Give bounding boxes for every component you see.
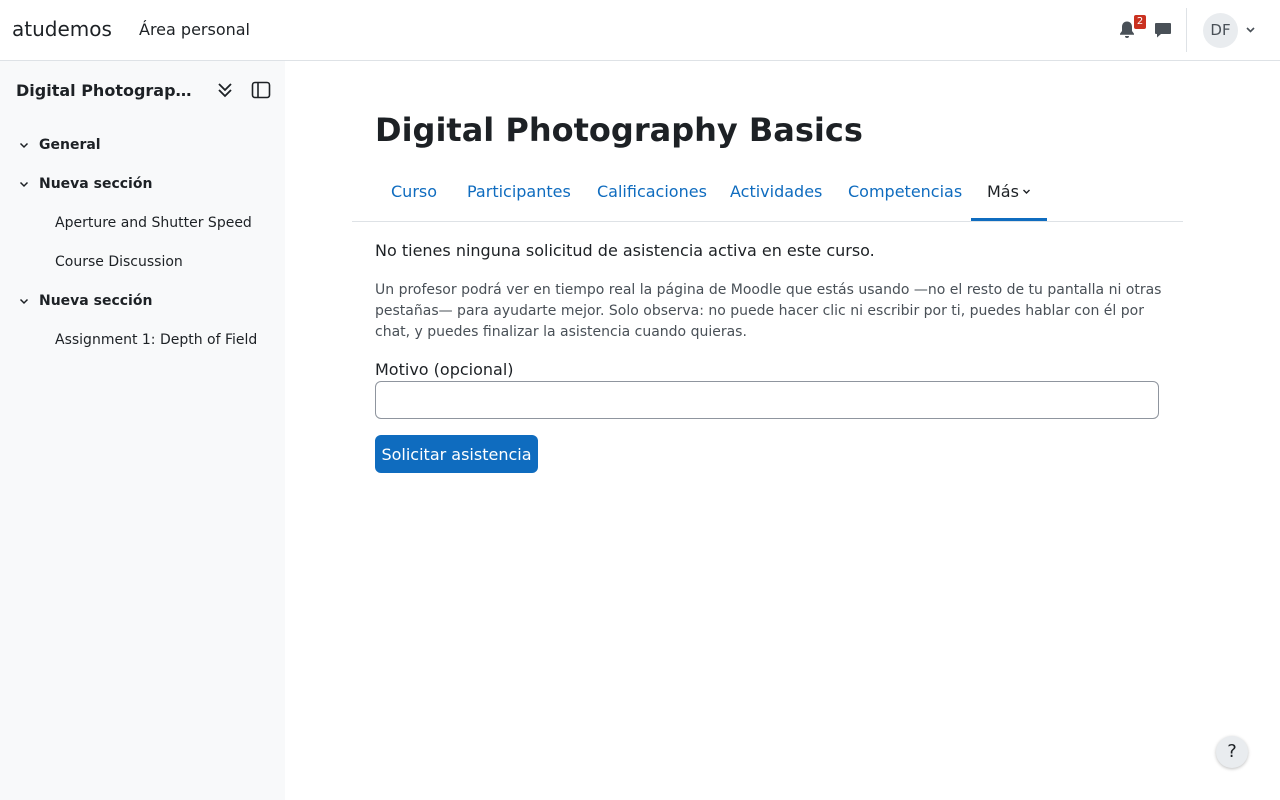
reason-input[interactable] [375,381,1159,419]
collapse-all-icon[interactable] [216,81,234,99]
tab-calificaciones[interactable]: Calificaciones [597,182,707,201]
tab-mas-label: Más [987,182,1019,201]
activity-aperture[interactable]: Aperture and Shutter Speed [55,215,252,231]
navbar-divider [1186,8,1187,52]
section-nueva-2[interactable]: Nueva sección [18,293,152,309]
site-brand[interactable]: atudemos [12,17,112,41]
notification-count-badge: 2 [1134,15,1146,29]
page-title: Digital Photography Basics [375,111,863,149]
request-assistance-button[interactable]: Solicitar asistencia [375,435,538,473]
tab-actividades[interactable]: Actividades [730,182,822,201]
course-index-drawer: Digital Photography Basics General Nueva… [0,61,285,800]
nav-link-dashboard[interactable]: Área personal [139,20,250,39]
section-label: Nueva sección [39,176,153,192]
activity-course-discussion[interactable]: Course Discussion [55,254,183,270]
section-general[interactable]: General [18,137,101,153]
top-navbar: atudemos Área personal 2 DF [0,0,1280,61]
course-tabs: Curso Participantes Calificaciones Activ… [352,170,1183,222]
chevron-down-icon[interactable] [18,178,30,190]
messages-icon[interactable] [1154,21,1172,39]
activity-assignment-1[interactable]: Assignment 1: Depth of Field [55,332,257,348]
chevron-down-icon[interactable] [1245,24,1256,35]
section-label: General [39,137,101,153]
section-nueva-1[interactable]: Nueva sección [18,176,152,192]
tab-mas[interactable]: Más [987,182,1031,201]
active-tab-indicator [971,218,1047,221]
user-avatar[interactable]: DF [1203,13,1238,48]
chevron-down-icon[interactable] [18,295,30,307]
no-request-message: No tienes ninguna solicitud de asistenci… [375,241,875,260]
chevron-down-icon [1022,189,1030,194]
chevron-down-icon[interactable] [18,139,30,151]
help-button[interactable]: ? [1216,736,1248,768]
section-label: Nueva sección [39,293,153,309]
assistance-description: Un profesor podrá ver en tiempo real la … [375,282,1162,340]
tab-participantes[interactable]: Participantes [467,182,571,201]
tab-competencias[interactable]: Competencias [848,182,962,201]
close-drawer-icon[interactable] [251,81,271,99]
tab-curso[interactable]: Curso [391,182,437,201]
reason-label: Motivo (opcional) [375,360,514,379]
drawer-course-title: Digital Photography Basics [16,81,201,100]
